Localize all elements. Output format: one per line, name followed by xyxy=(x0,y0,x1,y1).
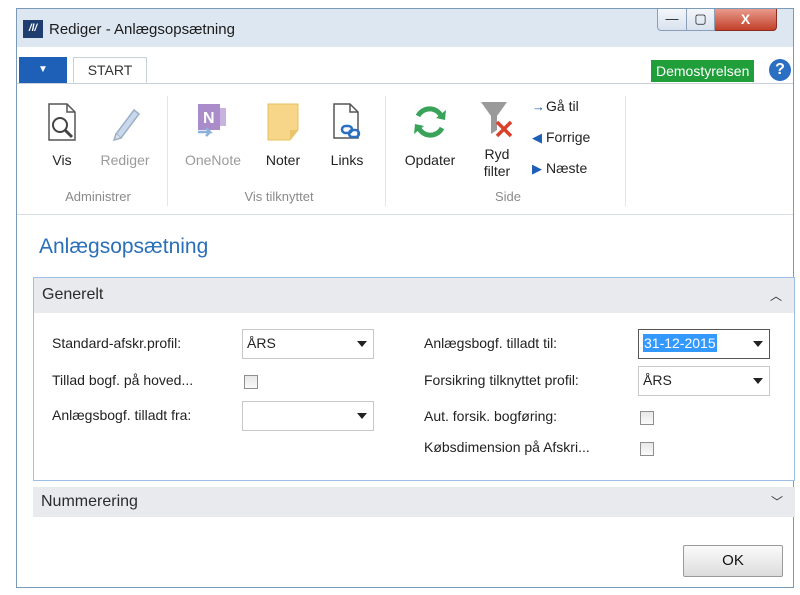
noter-button[interactable]: Noter xyxy=(257,102,309,168)
ryd-filter-button[interactable]: Ryd filter xyxy=(471,98,523,180)
tillad-bogf-hoved-label: Tillad bogf. på hoved... xyxy=(52,372,194,388)
group-label-vis-tilknyttet: Vis tilknyttet xyxy=(244,189,314,204)
ok-button[interactable]: OK xyxy=(683,545,783,577)
ribbon-separator xyxy=(625,96,626,206)
aut-forsik-label: Aut. forsik. bogføring: xyxy=(424,408,558,424)
vis-button[interactable]: Vis xyxy=(39,102,85,168)
standard-afskr-profil-select[interactable]: ÅRS xyxy=(242,329,374,359)
links-button[interactable]: Links xyxy=(321,102,373,168)
kobsdimension-label: Købsdimension på Afskri... xyxy=(424,439,590,455)
company-badge: Demostyrelsen xyxy=(651,60,755,82)
forsikring-profil-select[interactable]: ÅRS xyxy=(638,366,770,396)
ribbon-separator xyxy=(385,96,386,206)
kobsdimension-checkbox[interactable] xyxy=(640,442,654,456)
arrow-right-icon: → xyxy=(532,99,545,114)
dropdown-arrow-icon[interactable] xyxy=(357,341,367,347)
onenote-label: OneNote xyxy=(184,152,242,168)
ryd-filter-label: Ryd filter xyxy=(471,146,523,180)
forsikring-profil-value: ÅRS xyxy=(643,372,672,388)
ryd-filter-label-line2: filter xyxy=(483,163,511,179)
anlaegsbogf-til-value[interactable]: 31-12-2015 xyxy=(643,334,717,352)
app-logo-icon: /l/ xyxy=(23,20,43,38)
view-document-icon xyxy=(48,103,76,141)
anlaegsbogf-fra-label: Anlægsbogf. tilladt fra: xyxy=(52,407,192,423)
naeste-button[interactable]: ▶ Næste xyxy=(532,160,587,177)
close-icon: X xyxy=(740,11,751,27)
opdater-button[interactable]: Opdater xyxy=(395,102,465,168)
nummerering-title: Nummerering xyxy=(41,493,138,510)
dropdown-arrow-icon[interactable] xyxy=(357,413,367,419)
tillad-bogf-hoved-checkbox[interactable] xyxy=(244,375,258,389)
generelt-fasttab-body: Standard-afskr.profil: ÅRS Tillad bogf. … xyxy=(33,313,795,481)
generelt-fasttab-header[interactable]: Generelt ︿ xyxy=(33,277,795,313)
onenote-icon: N xyxy=(198,104,226,137)
close-button[interactable]: X xyxy=(715,9,777,31)
help-icon[interactable]: ? xyxy=(769,59,791,81)
standard-afskr-profil-value: ÅRS xyxy=(247,335,276,351)
chevron-up-icon[interactable]: ︿ xyxy=(770,287,782,304)
triangle-right-icon: ▶ xyxy=(532,161,542,176)
maximize-button[interactable]: ▢ xyxy=(687,9,715,31)
group-label-side: Side xyxy=(494,189,522,204)
chevron-down-icon[interactable]: ﹀ xyxy=(771,493,783,510)
forrige-label: Forrige xyxy=(546,129,591,145)
generelt-title: Generelt xyxy=(42,286,104,303)
ribbon: Vis Rediger Administrer N OneNote Noter … xyxy=(17,84,793,215)
anlaegsbogf-fra-select[interactable] xyxy=(242,401,374,431)
ga-til-label: Gå til xyxy=(546,98,579,114)
note-icon xyxy=(267,103,299,141)
ga-til-button[interactable]: →Gå til xyxy=(532,98,579,114)
ryd-filter-label-line1: Ryd xyxy=(484,146,510,162)
dropdown-arrow-icon[interactable] xyxy=(753,341,763,347)
ribbon-tabbar: ▼ START Demostyrelsen ? xyxy=(17,47,793,84)
onenote-button[interactable]: N OneNote xyxy=(177,102,249,168)
nummerering-fasttab-header[interactable]: Nummerering ﹀ xyxy=(33,487,795,517)
standard-afskr-profil-label: Standard-afskr.profil: xyxy=(52,335,182,351)
refresh-icon xyxy=(414,106,446,138)
title-bar: /l/ Rediger - Anlægsopsætning — ▢ X xyxy=(17,9,793,47)
page-title: Anlægsopsætning xyxy=(39,235,209,258)
application-menu-button[interactable]: ▼ xyxy=(19,57,67,83)
noter-label: Noter xyxy=(265,152,301,168)
group-label-administrer: Administrer xyxy=(65,189,131,204)
pencil-icon xyxy=(112,108,141,142)
minimize-button[interactable]: — xyxy=(657,9,687,31)
links-label: Links xyxy=(330,152,364,168)
opdater-label: Opdater xyxy=(404,152,456,168)
dropdown-arrow-icon[interactable] xyxy=(753,378,763,384)
tab-start[interactable]: START xyxy=(73,57,147,83)
triangle-left-icon: ◀ xyxy=(532,130,542,145)
dialog-window: /l/ Rediger - Anlægsopsætning — ▢ X ▼ ST… xyxy=(16,8,795,588)
anlaegsbogf-til-select[interactable]: 31-12-2015 xyxy=(638,329,770,359)
vis-label: Vis xyxy=(52,152,72,168)
triangle-down-icon: ▼ xyxy=(38,64,48,75)
clear-filter-icon xyxy=(481,102,513,138)
window-title: Rediger - Anlægsopsætning xyxy=(49,21,235,38)
anlaegsbogf-til-label: Anlægsbogf. tilladt til: xyxy=(424,335,558,351)
ribbon-separator xyxy=(167,96,168,206)
minimize-icon: — xyxy=(665,11,679,26)
svg-text:N: N xyxy=(203,110,215,127)
link-document-icon xyxy=(333,103,361,139)
forrige-button[interactable]: ◀ Forrige xyxy=(532,129,590,146)
naeste-label: Næste xyxy=(546,160,588,176)
maximize-icon: ▢ xyxy=(694,11,707,26)
rediger-label: Rediger xyxy=(100,152,150,168)
rediger-button[interactable]: Rediger xyxy=(93,102,157,168)
forsikring-profil-label: Forsikring tilknyttet profil: xyxy=(424,372,579,388)
aut-forsik-checkbox[interactable] xyxy=(640,411,654,425)
